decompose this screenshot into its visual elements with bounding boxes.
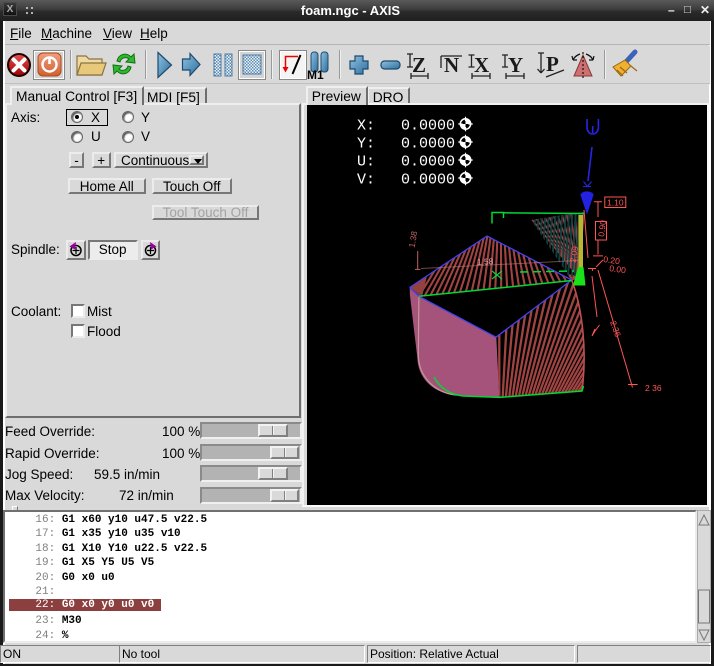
svg-text:Z: Z [412,53,426,77]
svg-text:0.0000: 0.0000 [401,136,455,153]
svg-text:0.0000: 0.0000 [401,154,455,171]
svg-text:X: X [474,53,489,77]
svg-text:U:: U: [357,154,375,171]
svg-text:0.90: 0.90 [596,219,608,237]
svg-text:M1: M1 [307,68,324,82]
svg-text:2 36: 2 36 [645,383,662,393]
svg-text:Y: Y [508,53,523,77]
svg-text:1.10: 1.10 [607,198,624,208]
svg-text:1.58: 1.58 [477,256,494,267]
svg-text:V:: V: [357,172,375,189]
svg-text:0.0000: 0.0000 [401,118,455,135]
svg-text:0.0000: 0.0000 [401,172,455,189]
svg-text:Y:: Y: [357,136,375,153]
svg-text:X:: X: [357,118,375,135]
